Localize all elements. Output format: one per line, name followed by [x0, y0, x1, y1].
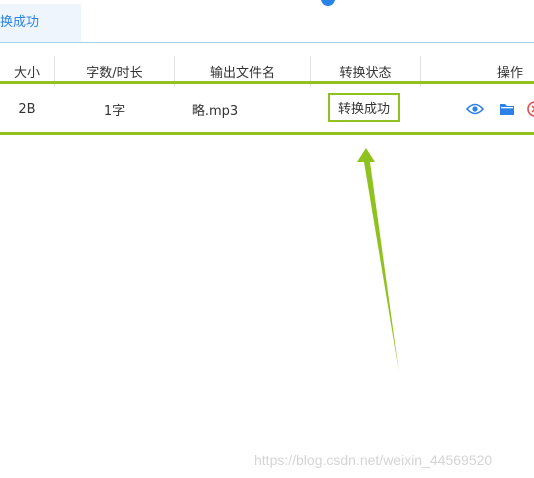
watermark: https://blog.csdn.net/weixin_44569520 [254, 452, 493, 468]
annotation-arrow [357, 148, 399, 372]
